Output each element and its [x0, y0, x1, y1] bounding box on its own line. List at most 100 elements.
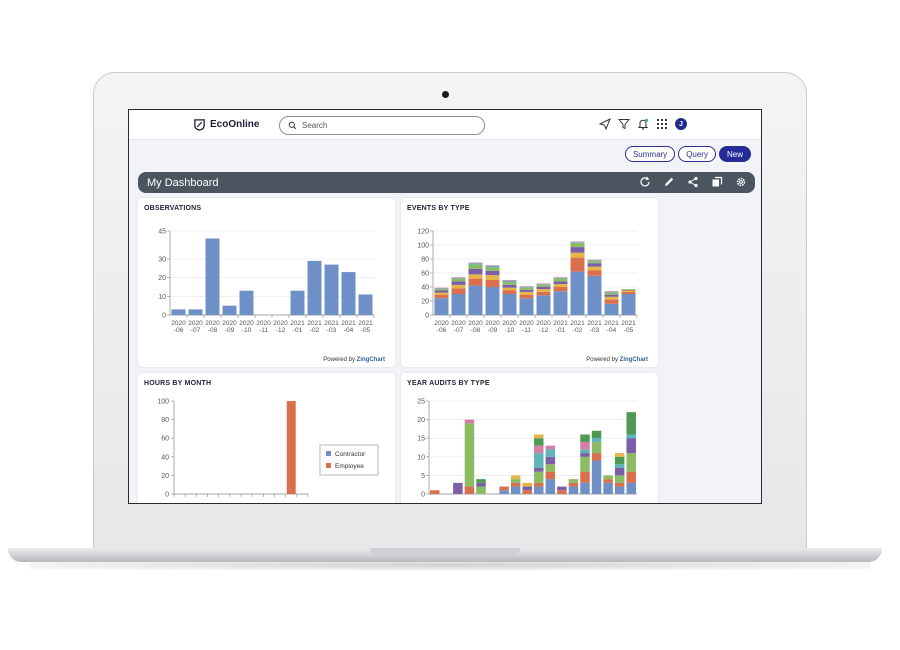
bar-segment [545, 449, 556, 457]
bar-segment [485, 265, 500, 266]
bar-segment [604, 303, 619, 315]
x-tick-label: -07 [454, 327, 464, 334]
dashboard-title: My Dashboard [147, 176, 219, 189]
hours-widget[interactable]: HOURS BY MONTH 0 20 40 60 80 100 Contractor Emp… [138, 373, 395, 503]
bar [358, 294, 373, 315]
bar-segment [519, 287, 534, 290]
x-tick-label: 2020 [485, 320, 500, 327]
x-tick-label: 2020 [468, 320, 483, 327]
y-tick-label: 15 [417, 436, 425, 443]
bar-segment [626, 438, 636, 454]
observations-chart: 0102030452020-062020-072020-082020-09202… [158, 229, 375, 334]
bar-segment [451, 284, 466, 289]
legend-label: Employee [335, 463, 364, 470]
bar-segment [522, 482, 532, 487]
bar-segment [570, 241, 585, 243]
bar-segment [621, 294, 636, 315]
bar-segment [604, 299, 619, 304]
bar-segment [534, 445, 544, 454]
x-tick-label: -10 [242, 327, 252, 334]
bar-segment [536, 284, 551, 285]
audits-widget[interactable]: YEAR AUDITS BY TYPE 0 5 10 15 20 25 [401, 373, 658, 503]
bar-segment [434, 298, 449, 315]
legend-swatch [326, 463, 331, 468]
bar-segment [468, 268, 483, 275]
app-screen: EcoOnline Search J Summary Query New My … [128, 109, 762, 504]
bar-segment [519, 291, 534, 295]
edit-icon[interactable] [663, 176, 675, 188]
bar [239, 290, 254, 315]
bar [286, 401, 296, 494]
x-tick-label: -06 [174, 327, 184, 334]
observations-widget[interactable]: OBSERVATIONS 0 10 20 30 45 2020 -06 2020 -07 2020… [138, 198, 395, 367]
bar-segment [519, 289, 534, 292]
y-tick-label: 20 [161, 473, 169, 480]
bar-segment [534, 471, 544, 483]
events-widget[interactable]: EVENTS BY TYPE 0 20 40 60 80 100 120 2020 -06 202… [401, 198, 658, 367]
bar-segment [603, 479, 613, 483]
header-icons: J [599, 118, 687, 130]
bar-segment [502, 282, 517, 285]
x-tick-label: 2020 [502, 320, 517, 327]
x-tick-label: -11 [522, 327, 531, 334]
bar-segment [485, 280, 500, 287]
copy-icon[interactable] [711, 176, 723, 188]
bar-segment [580, 453, 590, 457]
search-input[interactable] [302, 121, 472, 130]
app-header: EcoOnline Search J [129, 110, 761, 140]
bar-segment [485, 287, 500, 315]
x-tick-label: -08 [208, 327, 218, 334]
user-avatar[interactable]: J [675, 118, 687, 130]
send-icon[interactable] [599, 118, 611, 130]
x-tick-label: -11 [259, 327, 268, 334]
x-tick-label: -05 [361, 327, 371, 334]
bar-segment [536, 295, 551, 315]
laptop-notch [370, 548, 520, 554]
y-tick-label: 60 [421, 271, 429, 278]
bar-segment [519, 294, 534, 299]
bar-segment [522, 490, 532, 494]
gear-icon[interactable] [735, 176, 747, 188]
dashboard-actions: Summary Query New [624, 146, 751, 162]
query-button[interactable]: Query [678, 146, 716, 162]
hours-chart: 0 20 40 60 80 100 Contractor Employee [157, 399, 379, 499]
bar-segment [476, 486, 486, 494]
bar-segment [604, 291, 619, 292]
bar-segment [570, 257, 585, 272]
new-button[interactable]: New [718, 146, 751, 162]
search-box[interactable] [279, 116, 485, 135]
apps-grid-icon[interactable] [656, 118, 668, 130]
bar-segment [604, 294, 619, 297]
bar-segment [553, 284, 568, 287]
x-tick-label: -01 [556, 327, 566, 334]
x-tick-label: -08 [471, 327, 481, 334]
logo[interactable]: EcoOnline [193, 118, 259, 131]
share-icon[interactable] [687, 176, 699, 188]
bar-segment [626, 434, 636, 439]
bar-segment [502, 280, 517, 283]
bar-segment [557, 490, 567, 494]
bar-segment [534, 434, 544, 439]
bar-segment [451, 278, 466, 282]
bar-segment [476, 479, 486, 483]
x-tick-label: -02 [310, 327, 320, 334]
bar-segment [451, 277, 466, 279]
refresh-icon[interactable] [639, 176, 651, 188]
bell-icon[interactable] [637, 118, 649, 130]
bar-segment [587, 270, 602, 276]
y-tick-label: 20 [158, 275, 166, 282]
x-tick-label: 2020 [256, 320, 271, 327]
bar-segment [591, 460, 602, 494]
bar-segment [545, 464, 556, 472]
bar-segment [534, 482, 544, 487]
bar-segment [451, 294, 466, 315]
bar-segment [587, 263, 602, 267]
bar-segment [626, 471, 636, 483]
bar-segment [568, 479, 579, 483]
filter-icon[interactable] [618, 118, 630, 130]
x-tick-label: -06 [437, 327, 447, 334]
x-tick-label: 2021 [621, 320, 636, 327]
bar-segment [614, 475, 625, 483]
bar-segment [553, 278, 568, 282]
summary-button[interactable]: Summary [624, 146, 676, 162]
